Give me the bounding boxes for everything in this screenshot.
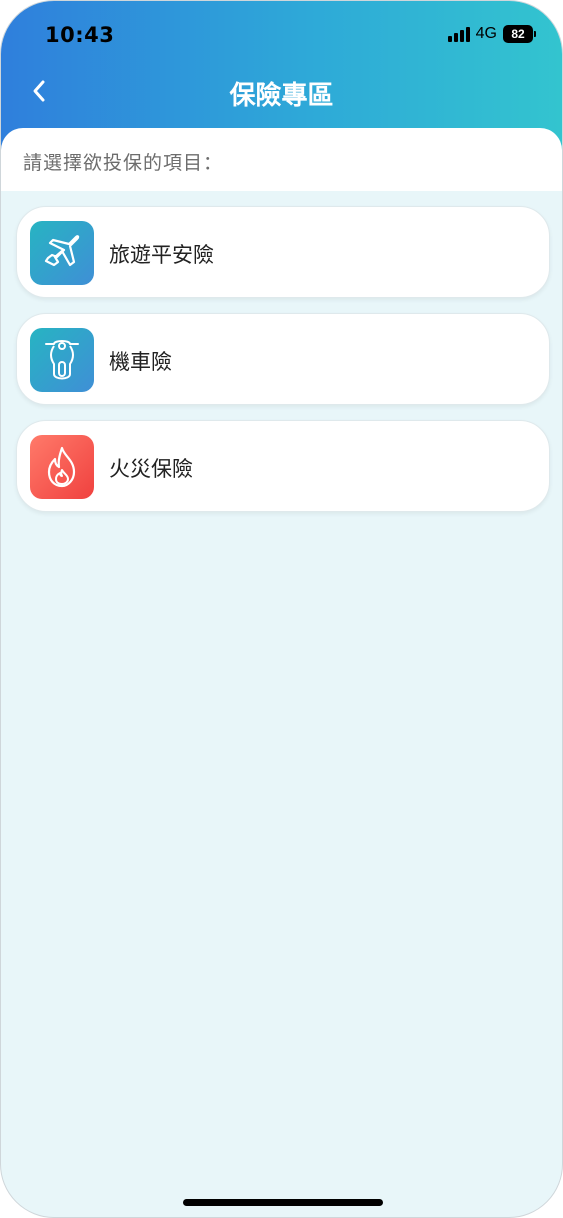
home-indicator[interactable]: [183, 1199, 383, 1206]
status-indicators: 4G 82: [447, 25, 536, 43]
airplane-icon: [30, 221, 94, 285]
insurance-item-label: 旅遊平安險: [109, 243, 214, 267]
network-type: 4G: [475, 25, 497, 42]
insurance-item-travel[interactable]: 旅遊平安險: [16, 206, 550, 298]
insurance-item-scooter[interactable]: 機車險: [16, 313, 550, 405]
insurance-item-label: 火災保險: [109, 457, 193, 481]
battery-icon: 82: [503, 25, 536, 43]
insurance-item-fire[interactable]: 火災保險: [16, 420, 550, 512]
signal-icon: [447, 26, 470, 42]
prompt-text: 請選擇欲投保的項目：: [23, 152, 224, 174]
phone-screen: 10:43 4G 82 保險專區 請選擇欲投保的項目： 旅遊平安險 機車險 火災…: [0, 0, 563, 1218]
insurance-item-label: 機車險: [109, 350, 172, 374]
scooter-icon: [30, 328, 94, 392]
battery-level: 82: [503, 25, 533, 43]
insurance-list: 旅遊平安險 機車險 火災保險: [16, 206, 550, 527]
page-title: 保險專區: [229, 81, 334, 111]
fire-icon: [30, 435, 94, 499]
prompt-section: 請選擇欲投保的項目：: [1, 128, 562, 191]
status-time: 10:43: [45, 23, 115, 47]
